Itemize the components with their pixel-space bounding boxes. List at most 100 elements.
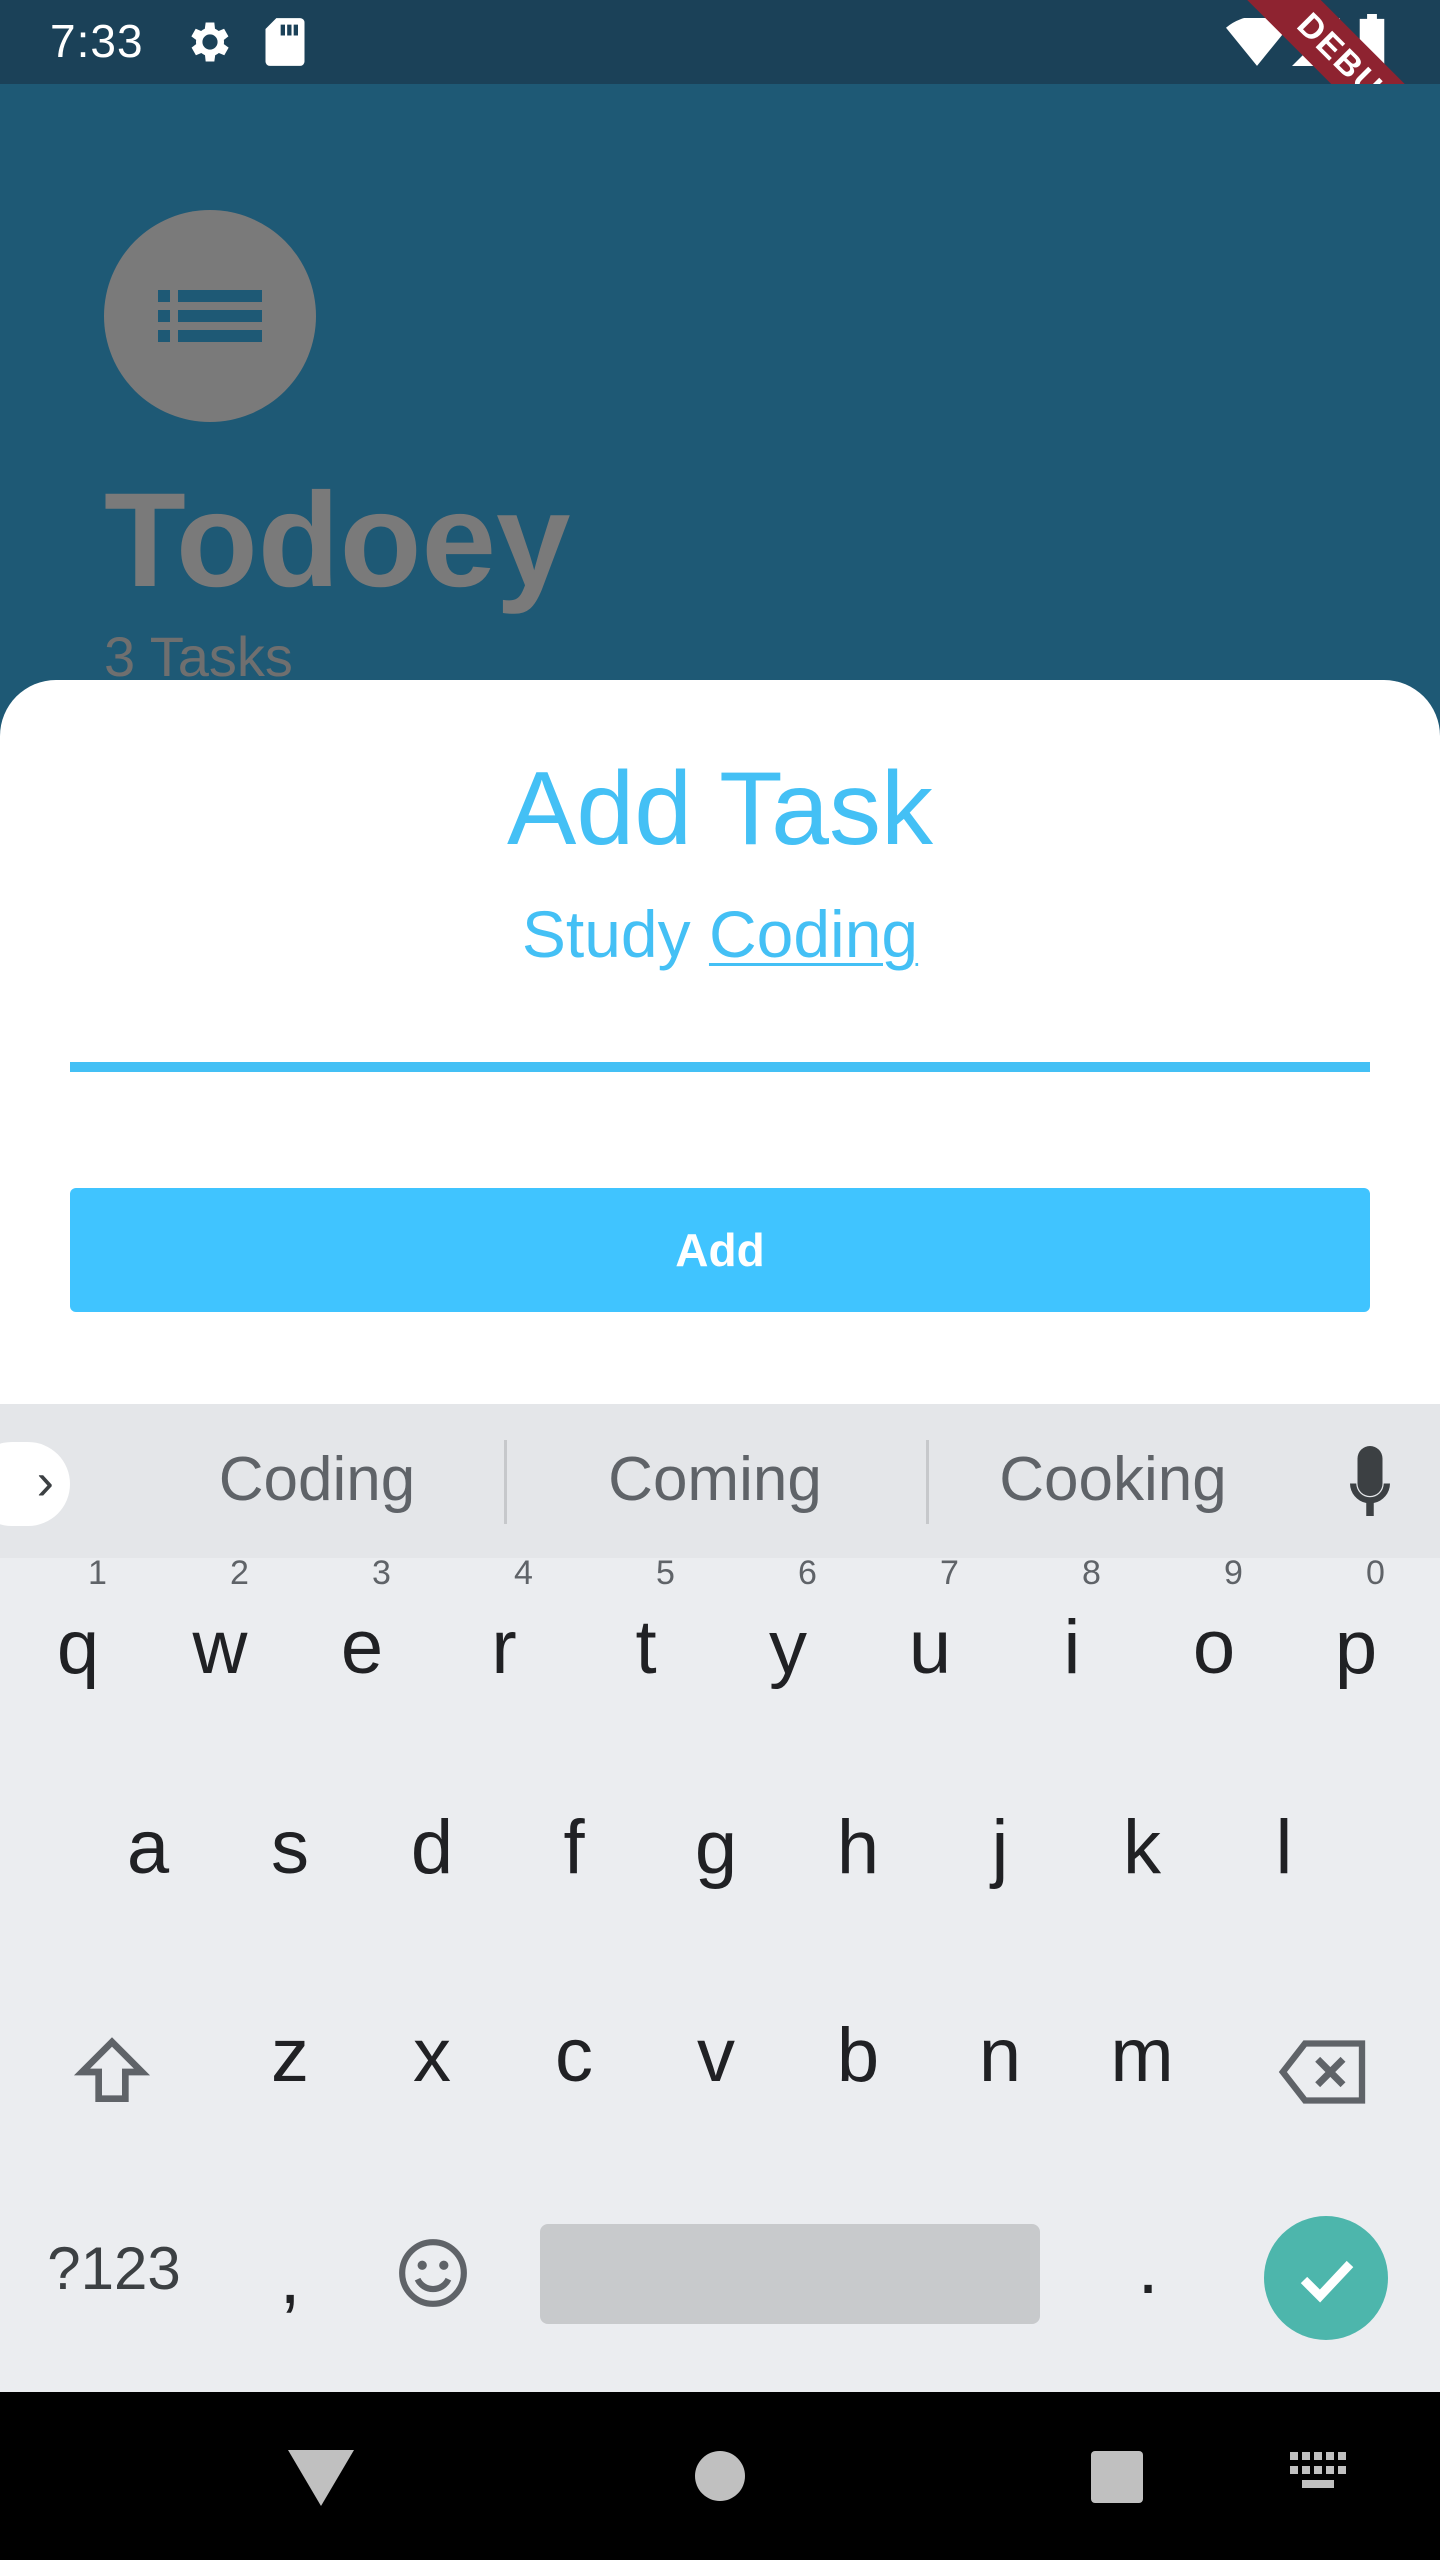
key-r[interactable]: r4: [444, 1554, 564, 1691]
key-f[interactable]: f: [514, 1804, 634, 1891]
key-label: x: [413, 2013, 451, 2098]
key-label: e: [340, 1605, 384, 1690]
key-t[interactable]: t5: [586, 1554, 706, 1691]
task-input-composing-text: Coding: [708, 897, 919, 971]
key-hint: 9: [1224, 1554, 1243, 1592]
space-bar[interactable]: [540, 2224, 1040, 2324]
chevron-right-icon[interactable]: ›: [0, 1442, 70, 1526]
key-label: m: [1110, 2013, 1174, 2098]
key-k[interactable]: k: [1082, 1804, 1202, 1891]
input-underline: [70, 1062, 1370, 1072]
key-label: s: [271, 1805, 309, 1890]
keyboard-switch-icon[interactable]: [1290, 2452, 1346, 2492]
key-hint: 7: [940, 1554, 959, 1592]
key-label: f: [563, 1805, 585, 1890]
key-l[interactable]: l: [1224, 1804, 1344, 1891]
key-label: i: [1063, 1605, 1081, 1690]
key-q[interactable]: q1: [18, 1554, 138, 1691]
symbols-key[interactable]: ?123: [34, 2234, 194, 2303]
key-o[interactable]: o9: [1154, 1554, 1274, 1691]
key-c[interactable]: c: [514, 2012, 634, 2099]
key-label: c: [555, 2013, 593, 2098]
sd-card-icon: [265, 18, 305, 66]
suggestion-bar: › Coding Coming Cooking: [0, 1404, 1440, 1558]
key-label: v: [697, 2013, 735, 2098]
emoji-icon[interactable]: [396, 2236, 470, 2310]
key-j[interactable]: j: [940, 1804, 1060, 1891]
key-a[interactable]: a: [88, 1804, 208, 1891]
key-b[interactable]: b: [798, 2012, 918, 2099]
period-key[interactable]: .: [1088, 2224, 1208, 2311]
recents-icon[interactable]: [1090, 2450, 1144, 2504]
key-z[interactable]: z: [230, 2012, 350, 2099]
back-icon[interactable]: [286, 2446, 356, 2508]
navigation-bar: [0, 2392, 1440, 2560]
key-hint: 5: [656, 1554, 675, 1592]
key-h[interactable]: h: [798, 1804, 918, 1891]
key-x[interactable]: x: [372, 2012, 492, 2099]
key-label: b: [836, 2013, 880, 2098]
key-label: j: [991, 1805, 1009, 1890]
key-label: z: [271, 2013, 309, 2098]
key-hint: 2: [230, 1554, 249, 1592]
checkmark-icon: [1300, 2260, 1354, 2303]
comma-key[interactable]: ,: [230, 2234, 350, 2321]
key-label: u: [908, 1605, 952, 1690]
sheet-title: Add Task: [507, 751, 933, 867]
gear-icon: [191, 22, 229, 62]
key-label: d: [410, 1805, 454, 1890]
suggestion-divider: [504, 1440, 507, 1524]
key-label: a: [126, 1805, 170, 1890]
suggestion-divider: [926, 1440, 929, 1524]
key-label: n: [978, 2013, 1022, 2098]
key-label: g: [694, 1805, 738, 1890]
key-label: q: [56, 1605, 100, 1690]
add-button[interactable]: Add: [70, 1188, 1370, 1312]
task-input[interactable]: Study Coding: [70, 896, 1370, 996]
app-title: Todoey: [104, 466, 571, 615]
key-label: t: [635, 1605, 657, 1690]
key-i[interactable]: i8: [1012, 1554, 1132, 1691]
home-icon[interactable]: [694, 2450, 746, 2502]
key-label: l: [1275, 1805, 1293, 1890]
key-p[interactable]: p0: [1296, 1554, 1416, 1691]
key-label: k: [1123, 1805, 1161, 1890]
suggestion-2[interactable]: Coming: [550, 1444, 880, 1515]
key-g[interactable]: g: [656, 1804, 776, 1891]
key-label: p: [1334, 1605, 1378, 1690]
key-hint: 1: [88, 1554, 107, 1592]
key-m[interactable]: m: [1082, 2012, 1202, 2099]
key-y[interactable]: y6: [728, 1554, 848, 1691]
key-label: y: [769, 1605, 807, 1690]
microphone-icon[interactable]: [1340, 1446, 1400, 1526]
key-label: w: [192, 1605, 248, 1690]
key-hint: 3: [372, 1554, 391, 1592]
key-hint: 8: [1082, 1554, 1101, 1592]
key-e[interactable]: e3: [302, 1554, 422, 1691]
key-label: h: [836, 1805, 880, 1890]
key-hint: 4: [514, 1554, 533, 1592]
suggestion-1[interactable]: Coding: [152, 1444, 482, 1515]
shift-icon[interactable]: [72, 2032, 152, 2112]
app-background: Todoey 3 Tasks: [0, 84, 1440, 784]
list-icon: [158, 290, 262, 342]
add-task-sheet: Add Task Study Coding Add: [0, 680, 1440, 1410]
enter-button[interactable]: [1264, 2216, 1388, 2340]
key-hint: 6: [798, 1554, 817, 1592]
status-time: 7:33: [50, 15, 144, 67]
key-n[interactable]: n: [940, 2012, 1060, 2099]
key-label: r: [491, 1605, 517, 1690]
key-label: o: [1192, 1605, 1236, 1690]
key-v[interactable]: v: [656, 2012, 776, 2099]
key-hint: 0: [1366, 1554, 1385, 1592]
suggestion-3[interactable]: Cooking: [948, 1444, 1278, 1515]
key-w[interactable]: w2: [160, 1554, 280, 1691]
list-avatar: [104, 210, 316, 422]
soft-keyboard: › Coding Coming Cooking q1 w2 e3 r4 t5 y…: [0, 1404, 1440, 2392]
status-bar: 7:33 DEBUG: [0, 0, 1440, 198]
backspace-icon[interactable]: [1276, 2034, 1372, 2110]
key-s[interactable]: s: [230, 1804, 350, 1891]
key-d[interactable]: d: [372, 1804, 492, 1891]
task-input-text: Study: [521, 897, 709, 971]
key-u[interactable]: u7: [870, 1554, 990, 1691]
